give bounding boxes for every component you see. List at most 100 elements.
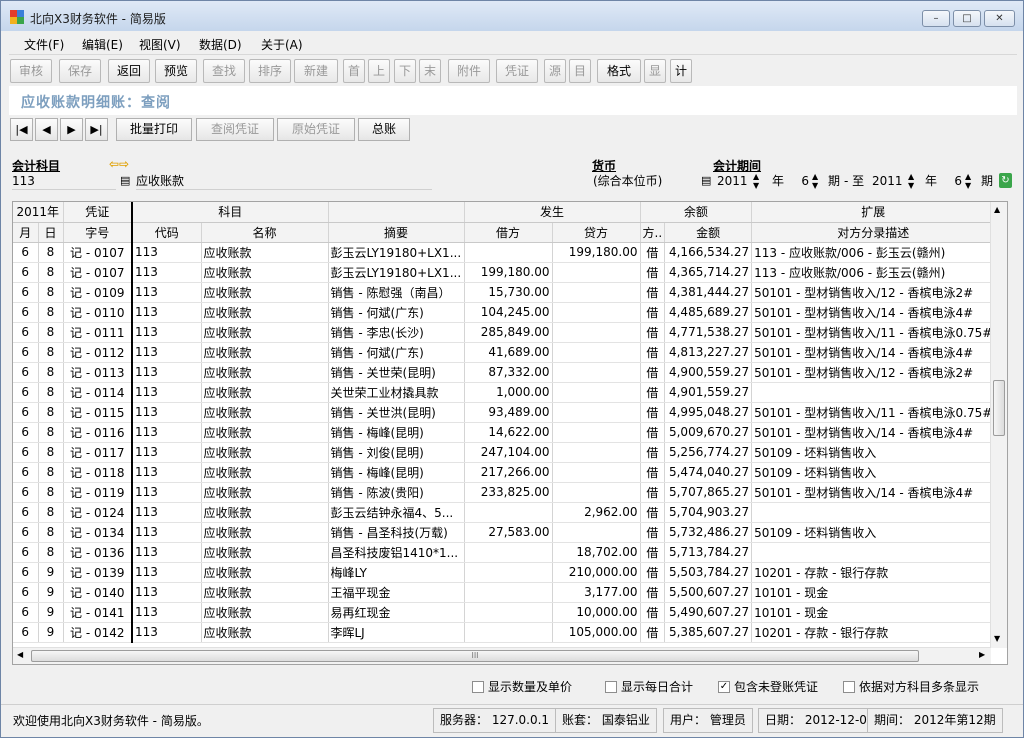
cell-balance: 4,995,048.27 xyxy=(664,402,753,423)
table-row[interactable]: 68记 - 0113 113 应收账款 销售 - 关世荣(昆明) 87,332.00 借 4… xyxy=(13,362,996,383)
first-button[interactable]: 首 xyxy=(343,59,365,83)
voucher-button[interactable]: 凭证 xyxy=(496,59,538,83)
menu-edit[interactable]: 编辑(E) xyxy=(79,35,126,54)
col-code[interactable]: 代码 xyxy=(132,222,202,243)
attachment-button[interactable]: 附件 xyxy=(448,59,490,83)
opt-show-qty[interactable]: 显示数量及单价 xyxy=(472,678,572,695)
menu-about[interactable]: 关于(A) xyxy=(258,35,306,54)
checkbox[interactable] xyxy=(605,680,617,693)
swap-arrows-icon[interactable]: ⇦⇨ xyxy=(109,157,129,171)
year-to-field[interactable]: 2011 xyxy=(872,174,906,190)
col-voucher-no[interactable]: 字号 xyxy=(63,222,133,243)
table-row[interactable]: 68记 - 0115 113 应收账款 销售 - 关世洪(昆明) 93,489.00 借 4… xyxy=(13,402,996,423)
source-button[interactable]: 源 xyxy=(544,59,566,83)
col-direction[interactable]: 方.. xyxy=(640,222,666,243)
last-record-icon[interactable]: ▶| xyxy=(85,118,108,141)
first-record-icon[interactable]: |◀ xyxy=(10,118,33,141)
return-button[interactable]: 返回 xyxy=(108,59,150,83)
table-row[interactable]: 68记 - 0124 113 应收账款 彭玉云结钟永福4、5... 2,962.00 借 5… xyxy=(13,502,996,523)
preview-button[interactable]: 预览 xyxy=(155,59,197,83)
prev-record-icon[interactable]: ◀ xyxy=(35,118,58,141)
minimize-button[interactable]: – xyxy=(922,10,950,27)
refresh-icon[interactable]: ↻ xyxy=(999,173,1012,188)
horizontal-scrollbar[interactable]: ◀ III ▶ xyxy=(13,647,991,664)
format-button[interactable]: 格式 xyxy=(597,59,641,83)
col-name[interactable]: 名称 xyxy=(201,222,329,243)
scroll-down-icon[interactable]: ▼ xyxy=(994,634,1000,643)
cell-balance: 4,771,538.27 xyxy=(664,322,753,343)
scroll-up-icon[interactable]: ▲ xyxy=(994,205,1000,214)
period-to-spinner-icon[interactable]: ▲ ▼ xyxy=(965,172,971,190)
last-button[interactable]: 末 xyxy=(419,59,441,83)
period-from-spinner-icon[interactable]: ▲ ▼ xyxy=(812,172,818,190)
table-row[interactable]: 68记 - 0114 113 应收账款 关世荣工业材撬具款 1,000.00 借 4,901… xyxy=(13,382,996,403)
table-row[interactable]: 69记 - 0140 113 应收账款 王福平现金 3,177.00 借 5,500,60… xyxy=(13,582,996,603)
checkbox-checked[interactable]: ✓ xyxy=(718,680,730,693)
year-to-spinner-icon[interactable]: ▲ ▼ xyxy=(908,172,914,190)
batch-print-button[interactable]: 批量打印 xyxy=(116,118,192,141)
menu-file[interactable]: 文件(F) xyxy=(21,35,67,54)
table-row[interactable]: 68记 - 0134 113 应收账款 销售 - 昌圣科技(万载) 27,583.00 借… xyxy=(13,522,996,543)
catalog-button[interactable]: 目 xyxy=(569,59,591,83)
account-code-field[interactable]: 113 xyxy=(12,174,116,190)
table-row[interactable]: 69记 - 0139 113 应收账款 梅峰LY 210,000.00 借 5,503,78… xyxy=(13,562,996,583)
prev-button[interactable]: 上 xyxy=(368,59,390,83)
col-balance[interactable]: 金额 xyxy=(664,222,753,243)
table-row[interactable]: 69记 - 0141 113 应收账款 易再红现金 10,000.00 借 5,490,6… xyxy=(13,602,996,623)
checkbox[interactable] xyxy=(472,680,484,693)
year-from-field[interactable]: 2011 xyxy=(717,174,751,190)
next-record-icon[interactable]: ▶ xyxy=(60,118,83,141)
opt-multi-contra[interactable]: 依据对方科目多条显示 xyxy=(843,678,979,695)
display-button[interactable]: 显 xyxy=(644,59,666,83)
maximize-button[interactable]: □ xyxy=(953,10,981,27)
title-bar[interactable]: 北向X3财务软件 - 简易版 – □ ✕ xyxy=(1,1,1023,31)
scroll-right-icon[interactable]: ▶ xyxy=(979,650,985,659)
vertical-scrollbar[interactable]: ▲ ▼ xyxy=(990,202,1007,648)
year-from-spinner-icon[interactable]: ▲ ▼ xyxy=(753,172,759,190)
table-row[interactable]: 68记 - 0119 113 应收账款 销售 - 陈波(贵阳) 233,825.00 借 5… xyxy=(13,482,996,503)
general-ledger-button[interactable]: 总账 xyxy=(358,118,410,141)
period-to-field[interactable]: 6 xyxy=(942,174,962,190)
table-row[interactable]: 68记 - 0111 113 应收账款 销售 - 李忠(长沙) 285,849.00 借 4… xyxy=(13,322,996,343)
view-voucher-button[interactable]: 查阅凭证 xyxy=(196,118,274,141)
period-from-field[interactable]: 6 xyxy=(789,174,809,190)
opt-daily-total[interactable]: 显示每日合计 xyxy=(605,678,693,695)
col-summary[interactable]: 摘要 xyxy=(328,222,465,243)
col-credit[interactable]: 贷方 xyxy=(552,222,641,243)
table-row[interactable]: 68记 - 0118 113 应收账款 销售 - 梅峰(昆明) 217,266.00 借 5… xyxy=(13,462,996,483)
table-row[interactable]: 68记 - 0110 113 应收账款 销售 - 何斌(广东) 104,245.00 借 4… xyxy=(13,302,996,323)
scroll-left-icon[interactable]: ◀ xyxy=(17,650,23,659)
close-button[interactable]: ✕ xyxy=(984,10,1015,27)
col-debit[interactable]: 借方 xyxy=(464,222,553,243)
table-row[interactable]: 68记 - 0117 113 应收账款 销售 - 刘俊(昆明) 247,104.00 借 5… xyxy=(13,442,996,463)
table-row[interactable]: 68记 - 0109 113 应收账款 销售 - 陈慰强（南昌） 15,730.00 借 4… xyxy=(13,282,996,303)
next-button[interactable]: 下 xyxy=(394,59,416,83)
col-contra-desc[interactable]: 对方分录描述 xyxy=(751,222,996,243)
table-row[interactable]: 68记 - 0116 113 应收账款 销售 - 梅峰(昆明) 14,622.00 借 5,… xyxy=(13,422,996,443)
checkbox[interactable] xyxy=(843,680,855,693)
new-button[interactable]: 新建 xyxy=(294,59,338,83)
calculate-button[interactable]: 计 xyxy=(670,59,692,83)
horizontal-scroll-thumb[interactable]: III xyxy=(31,650,919,662)
menu-data[interactable]: 数据(D) xyxy=(196,35,245,54)
vertical-scroll-thumb[interactable] xyxy=(993,380,1005,436)
find-button[interactable]: 查找 xyxy=(203,59,245,83)
col-month[interactable]: 月 xyxy=(13,222,39,243)
col-day[interactable]: 日 xyxy=(38,222,64,243)
currency-lookup-icon[interactable]: ▤ xyxy=(701,174,711,187)
audit-button[interactable]: 审核 xyxy=(10,59,52,83)
cell-month: 6 xyxy=(13,302,39,323)
table-row[interactable]: 68记 - 0107 113 应收账款 彭玉云LY19180+LX1... 199,18… xyxy=(13,262,996,283)
original-voucher-button[interactable]: 原始凭证 xyxy=(277,118,355,141)
table-row[interactable]: 69记 - 0142 113 应收账款 李晖LJ 105,000.00 借 5,385,60… xyxy=(13,622,996,643)
menu-view[interactable]: 视图(V) xyxy=(136,35,184,54)
opt-include-unposted[interactable]: ✓ 包含未登账凭证 xyxy=(718,678,818,695)
currency-field[interactable]: (综合本位币) xyxy=(593,174,699,190)
lookup-icon[interactable]: ▤ xyxy=(120,174,130,187)
cell-balance: 5,500,607.27 xyxy=(664,582,753,603)
sort-button[interactable]: 排序 xyxy=(249,59,291,83)
save-button[interactable]: 保存 xyxy=(59,59,101,83)
table-row[interactable]: 68记 - 0112 113 应收账款 销售 - 何斌(广东) 41,689.00 借 4,… xyxy=(13,342,996,363)
table-row[interactable]: 68记 - 0136 113 应收账款 昌圣科技废铝1410*1... 18,702.0… xyxy=(13,542,996,563)
table-row[interactable]: 68记 - 0107 113 应收账款 彭玉云LY19180+LX1... 199,18… xyxy=(13,242,996,263)
